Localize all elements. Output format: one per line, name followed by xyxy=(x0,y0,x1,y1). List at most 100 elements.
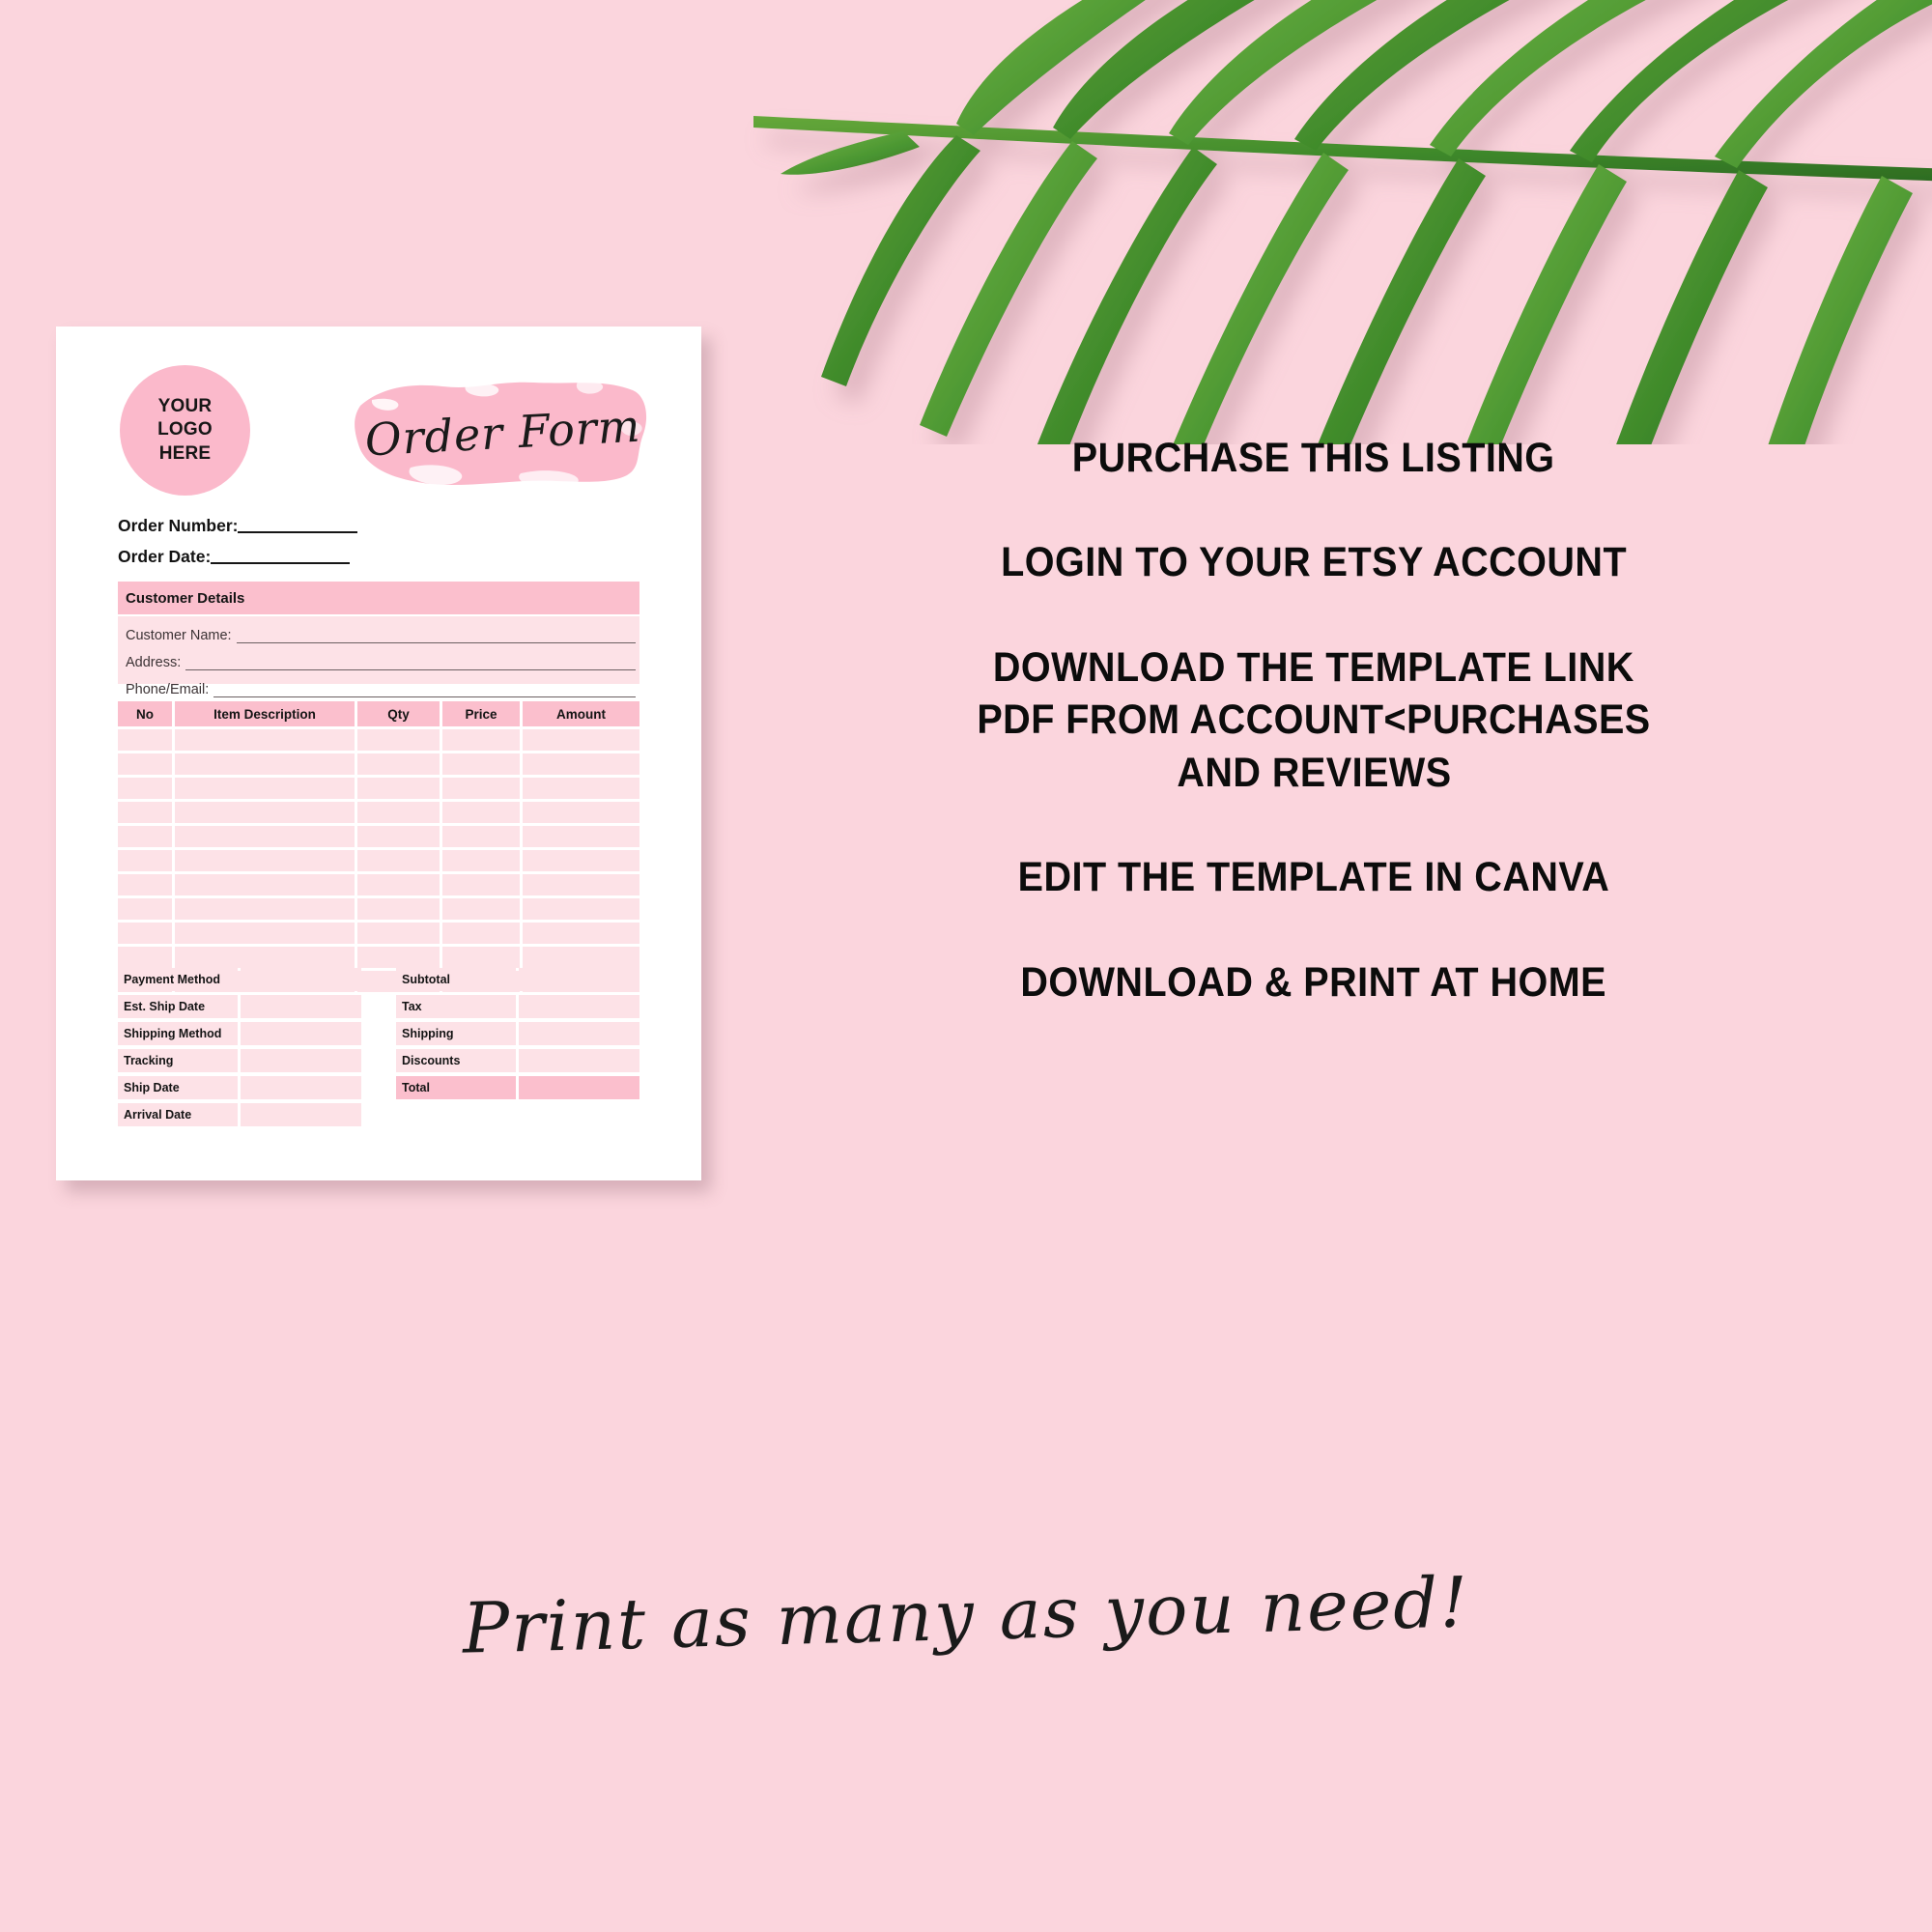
totals-summary-value-cell[interactable] xyxy=(519,968,639,991)
shipping-summary-row[interactable]: Shipping Method xyxy=(118,1022,361,1045)
items-table-cell[interactable] xyxy=(523,729,639,751)
items-table-cell[interactable] xyxy=(523,778,639,799)
items-table-cell[interactable] xyxy=(118,874,172,895)
items-table-cell[interactable] xyxy=(357,826,440,847)
items-table-row[interactable] xyxy=(118,850,639,871)
phone-email-rule xyxy=(213,684,636,697)
items-table-cell[interactable] xyxy=(442,778,520,799)
shipping-summary-value-cell[interactable] xyxy=(241,1076,361,1099)
totals-summary-row[interactable]: Tax xyxy=(396,995,639,1018)
items-table-row[interactable] xyxy=(118,947,639,968)
items-table-cell[interactable] xyxy=(175,802,355,823)
items-table-row[interactable] xyxy=(118,826,639,847)
items-table-cell[interactable] xyxy=(118,729,172,751)
items-table-cell[interactable] xyxy=(118,753,172,775)
items-table-cell[interactable] xyxy=(357,802,440,823)
items-table-row[interactable] xyxy=(118,802,639,823)
phone-email-field[interactable]: Phone/Email: xyxy=(126,682,636,697)
items-table-cell[interactable] xyxy=(523,898,639,920)
items-table-row[interactable] xyxy=(118,753,639,775)
items-table-body xyxy=(118,729,639,992)
items-table-cell[interactable] xyxy=(357,729,440,751)
items-table-cell[interactable] xyxy=(118,947,172,968)
items-table-row[interactable] xyxy=(118,874,639,895)
shipping-summary-row[interactable]: Arrival Date xyxy=(118,1103,361,1126)
items-table-cell[interactable] xyxy=(175,874,355,895)
items-table-cell[interactable] xyxy=(523,923,639,944)
items-table-cell[interactable] xyxy=(175,850,355,871)
totals-summary-row[interactable]: Total xyxy=(396,1076,639,1099)
shipping-summary-label: Est. Ship Date xyxy=(124,1000,206,1013)
items-table-cell[interactable] xyxy=(175,947,355,968)
totals-summary-row[interactable]: Discounts xyxy=(396,1049,639,1072)
shipping-summary-table: Payment Method Est. Ship Date Shipping Met… xyxy=(118,968,361,1130)
totals-summary-row[interactable]: Subtotal xyxy=(396,968,639,991)
items-table-cell[interactable] xyxy=(175,898,355,920)
items-table-cell[interactable] xyxy=(118,802,172,823)
items-table-cell[interactable] xyxy=(523,874,639,895)
items-table-cell[interactable] xyxy=(357,923,440,944)
items-table-cell[interactable] xyxy=(118,850,172,871)
items-table-cell[interactable] xyxy=(442,826,520,847)
items-table-cell[interactable] xyxy=(442,729,520,751)
totals-summary-value-cell[interactable] xyxy=(519,1076,639,1099)
items-table-cell[interactable] xyxy=(175,729,355,751)
items-table-cell[interactable] xyxy=(523,802,639,823)
totals-summary-label-cell: Total xyxy=(396,1076,516,1099)
items-table-cell[interactable] xyxy=(442,874,520,895)
items-table-row[interactable] xyxy=(118,778,639,799)
shipping-summary-value-cell[interactable] xyxy=(241,1049,361,1072)
items-table-cell[interactable] xyxy=(175,753,355,775)
items-table-cell[interactable] xyxy=(357,874,440,895)
promo-line-1: PURCHASE THIS LISTING xyxy=(1072,435,1555,481)
totals-summary-value-cell[interactable] xyxy=(519,1049,639,1072)
items-table-row[interactable] xyxy=(118,729,639,751)
items-table-row[interactable] xyxy=(118,923,639,944)
items-table-cell[interactable] xyxy=(442,923,520,944)
items-table-cell[interactable] xyxy=(175,923,355,944)
shipping-summary-row[interactable]: Ship Date xyxy=(118,1076,361,1099)
promo-line-2: LOGIN TO YOUR ETSY ACCOUNT xyxy=(1001,539,1627,586)
shipping-summary-value-cell[interactable] xyxy=(241,1022,361,1045)
address-field[interactable]: Address: xyxy=(126,655,636,670)
items-table-cell[interactable] xyxy=(175,778,355,799)
address-label: Address: xyxy=(126,655,182,670)
items-table-cell[interactable] xyxy=(118,898,172,920)
items-table-row[interactable] xyxy=(118,898,639,920)
items-table-cell[interactable] xyxy=(357,778,440,799)
items-table-cell[interactable] xyxy=(523,753,639,775)
order-date-label: Order Date: xyxy=(118,547,212,566)
shipping-summary-label-cell: Ship Date xyxy=(118,1076,238,1099)
shipping-summary-row[interactable]: Tracking xyxy=(118,1049,361,1072)
items-table-cell[interactable] xyxy=(442,753,520,775)
items-table-cell[interactable] xyxy=(357,898,440,920)
shipping-summary-value-cell[interactable] xyxy=(241,995,361,1018)
shipping-summary-value-cell[interactable] xyxy=(241,968,361,991)
order-number-label: Order Number: xyxy=(118,516,239,535)
totals-summary-value-cell[interactable] xyxy=(519,1022,639,1045)
items-table-cell[interactable] xyxy=(442,898,520,920)
totals-summary-value-cell[interactable] xyxy=(519,995,639,1018)
items-table-cell[interactable] xyxy=(118,923,172,944)
shipping-summary-label-cell: Payment Method xyxy=(118,968,238,991)
items-table-cell[interactable] xyxy=(118,826,172,847)
order-number-field[interactable]: Order Number: xyxy=(118,516,358,536)
customer-name-field[interactable]: Customer Name: xyxy=(126,628,636,643)
items-table-cell[interactable] xyxy=(175,826,355,847)
items-table-cell[interactable] xyxy=(357,753,440,775)
items-table-cell[interactable] xyxy=(523,850,639,871)
items-table-cell[interactable] xyxy=(357,947,440,968)
items-table-cell[interactable] xyxy=(523,947,639,968)
items-table-cell[interactable] xyxy=(118,778,172,799)
items-table-cell[interactable] xyxy=(442,850,520,871)
shipping-summary-value-cell[interactable] xyxy=(241,1103,361,1126)
items-table-cell[interactable] xyxy=(357,850,440,871)
items-table-cell[interactable] xyxy=(442,802,520,823)
shipping-summary-row[interactable]: Payment Method xyxy=(118,968,361,991)
items-table-cell[interactable] xyxy=(442,947,520,968)
totals-summary-row[interactable]: Shipping xyxy=(396,1022,639,1045)
items-table-cell[interactable] xyxy=(523,826,639,847)
shipping-summary-row[interactable]: Est. Ship Date xyxy=(118,995,361,1018)
order-date-field[interactable]: Order Date: xyxy=(118,547,351,567)
shipping-summary-label-cell: Est. Ship Date xyxy=(118,995,238,1018)
